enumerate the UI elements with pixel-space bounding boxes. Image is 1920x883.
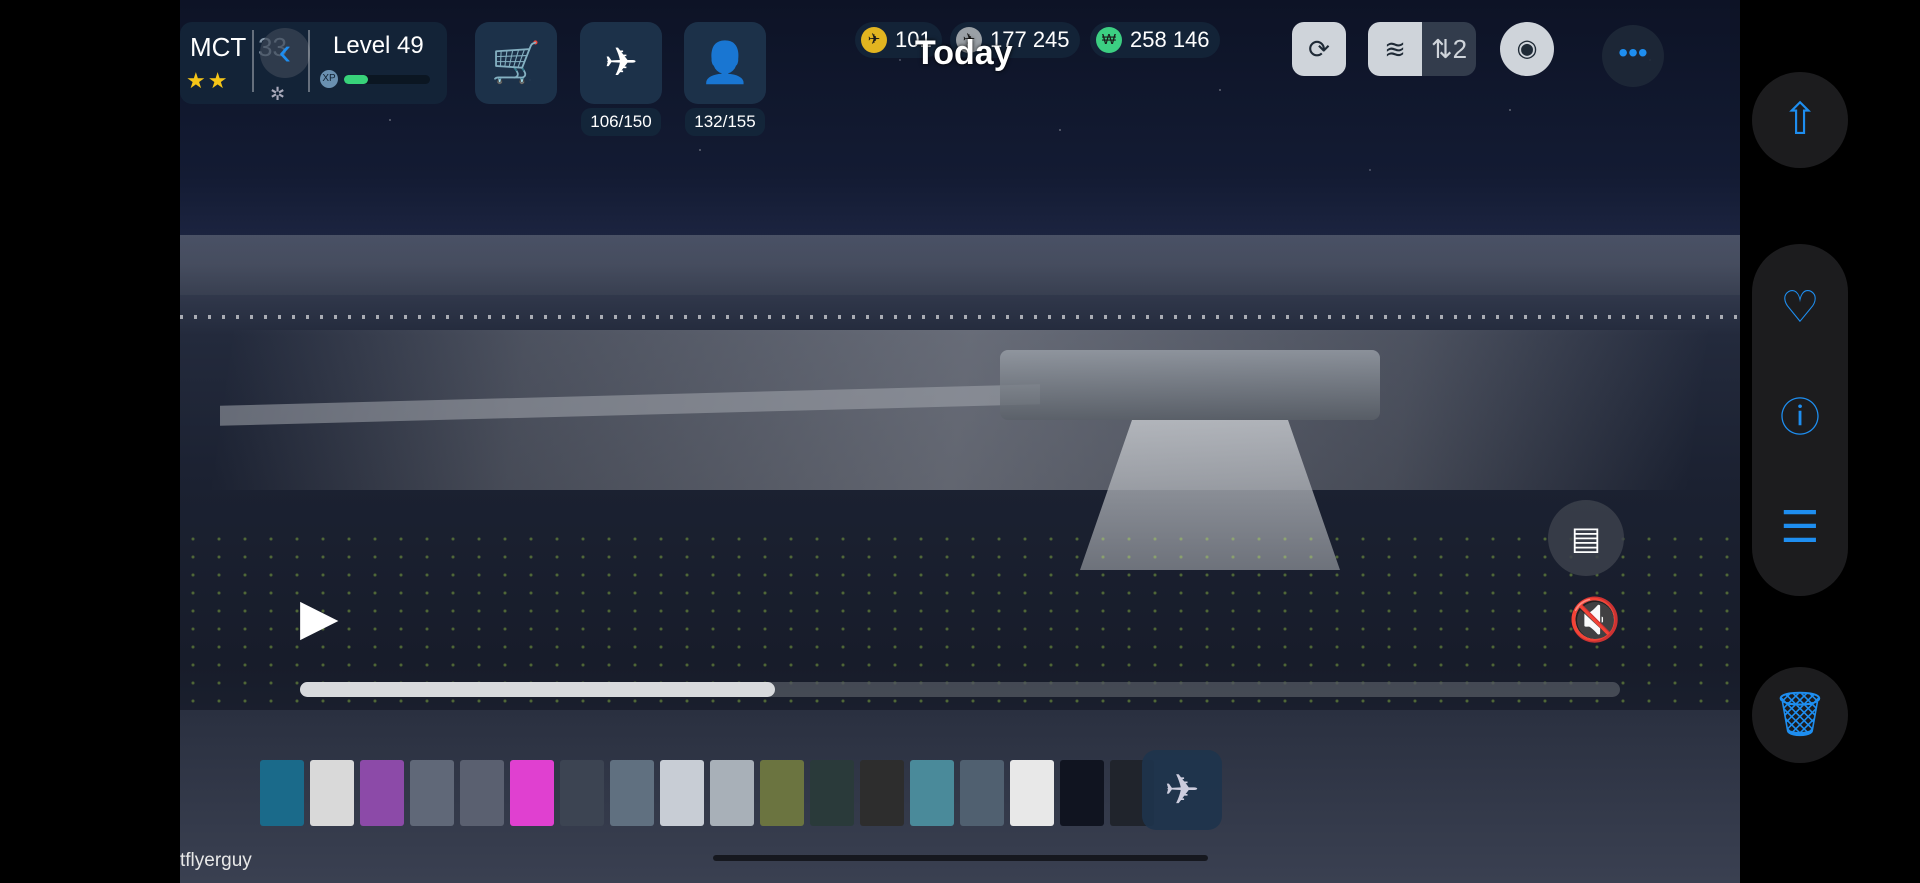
airplane-tail-icon: ✈	[1164, 766, 1200, 813]
date-label: Today	[915, 34, 1013, 72]
view-button[interactable]: ◉	[1500, 22, 1554, 76]
filmstrip-thumbnail[interactable]	[260, 760, 304, 826]
heart-icon[interactable]: ♡	[1752, 260, 1848, 356]
speaker-muted-icon: 🔇	[1568, 596, 1622, 643]
scrubber-progress	[300, 682, 776, 697]
live-text-button[interactable]: ▤	[1548, 500, 1624, 576]
divider	[252, 30, 254, 92]
filmstrip-thumbnail[interactable]	[660, 760, 704, 826]
eye-icon: ◉	[1516, 35, 1538, 62]
filmstrip-thumbnail[interactable]	[410, 760, 454, 826]
home-indicator[interactable]	[713, 855, 1208, 861]
planes-count: 106/150	[581, 108, 661, 136]
filmstrip-end-thumbnail[interactable]: ✈	[1142, 750, 1222, 830]
filmstrip-thumbnail[interactable]	[360, 760, 404, 826]
share-icon: ⇧	[1781, 95, 1819, 144]
shopping-cart-icon: 🛒	[491, 41, 541, 85]
airplane-icon: ✈	[604, 41, 638, 85]
adjust-sliders-icon[interactable]: ☰	[1752, 480, 1848, 576]
traffic-button[interactable]: ⇅2	[1422, 22, 1476, 76]
back-button[interactable]: ‹	[260, 28, 310, 78]
divider	[308, 30, 310, 92]
refresh-icon: ⟳	[1308, 34, 1330, 64]
runway-lights	[180, 315, 1740, 319]
staff-count: 132/155	[685, 108, 765, 136]
filmstrip-thumbnail[interactable]	[860, 760, 904, 826]
text-scan-icon: ▤	[1570, 520, 1602, 556]
mute-button[interactable]: 🔇	[1565, 590, 1625, 650]
airport-stars: ★★	[186, 68, 230, 93]
layers-icon: ≋	[1384, 34, 1406, 64]
filmstrip-thumbnail[interactable]	[510, 760, 554, 826]
cash-balance[interactable]: ₩ 258 146	[1090, 22, 1220, 58]
video-scrubber[interactable]	[300, 682, 1620, 697]
layers-button[interactable]: ≋	[1368, 22, 1422, 76]
chevron-left-icon: ‹	[278, 31, 292, 73]
filmstrip-thumbnail[interactable]	[560, 760, 604, 826]
filmstrip-thumbnail[interactable]	[910, 760, 954, 826]
filmstrip-thumbnail[interactable]	[610, 760, 654, 826]
trash-icon: 🗑	[1772, 690, 1828, 739]
username: tflyerguy	[180, 850, 252, 871]
horizon	[180, 235, 1740, 295]
taxiway-lights	[180, 530, 1740, 730]
airport-panel[interactable]: MCT ★★ 33 ‹ ✲ Level 49 XP	[180, 22, 447, 104]
planes-button[interactable]: ✈	[580, 22, 662, 104]
coin-icon: ✈	[861, 27, 887, 53]
filmstrip[interactable]	[260, 760, 1154, 830]
filmstrip-thumbnail[interactable]	[760, 760, 804, 826]
filmstrip-thumbnail[interactable]	[460, 760, 504, 826]
action-group: ♡ ⓘ ☰	[1752, 244, 1848, 596]
staff-person-icon: 👤	[700, 41, 750, 85]
shop-button[interactable]: 🛒	[475, 22, 557, 104]
share-button[interactable]: ⇧	[1752, 72, 1848, 168]
airport-code: MCT	[190, 32, 247, 62]
play-icon: ▶	[300, 589, 339, 645]
game-viewport[interactable]	[180, 0, 1740, 883]
filmstrip-thumbnail[interactable]	[1010, 760, 1054, 826]
cash-icon: ₩	[1096, 27, 1122, 53]
xp-progress-fill	[344, 75, 369, 84]
gear-icon[interactable]: ✲	[270, 84, 285, 105]
filmstrip-thumbnail[interactable]	[710, 760, 754, 826]
more-dots-icon: •••	[1618, 37, 1648, 68]
cash-value: 258 146	[1130, 27, 1210, 52]
main-terminal	[1000, 350, 1380, 420]
filmstrip-thumbnail[interactable]	[810, 760, 854, 826]
staff-button[interactable]: 👤	[684, 22, 766, 104]
filmstrip-thumbnail[interactable]	[310, 760, 354, 826]
delete-button[interactable]: 🗑	[1752, 667, 1848, 763]
filmstrip-thumbnail[interactable]	[1060, 760, 1104, 826]
refresh-button[interactable]: ⟳	[1292, 22, 1346, 76]
level-label: Level 49	[333, 32, 424, 59]
traffic-icon: ⇅2	[1430, 34, 1468, 64]
filmstrip-thumbnail[interactable]	[960, 760, 1004, 826]
xp-icon: XP	[320, 70, 338, 88]
more-button[interactable]: •••	[1602, 25, 1664, 87]
info-icon[interactable]: ⓘ	[1752, 370, 1848, 466]
xp-progress-bar	[344, 75, 430, 84]
play-button[interactable]: ▶	[300, 588, 350, 646]
